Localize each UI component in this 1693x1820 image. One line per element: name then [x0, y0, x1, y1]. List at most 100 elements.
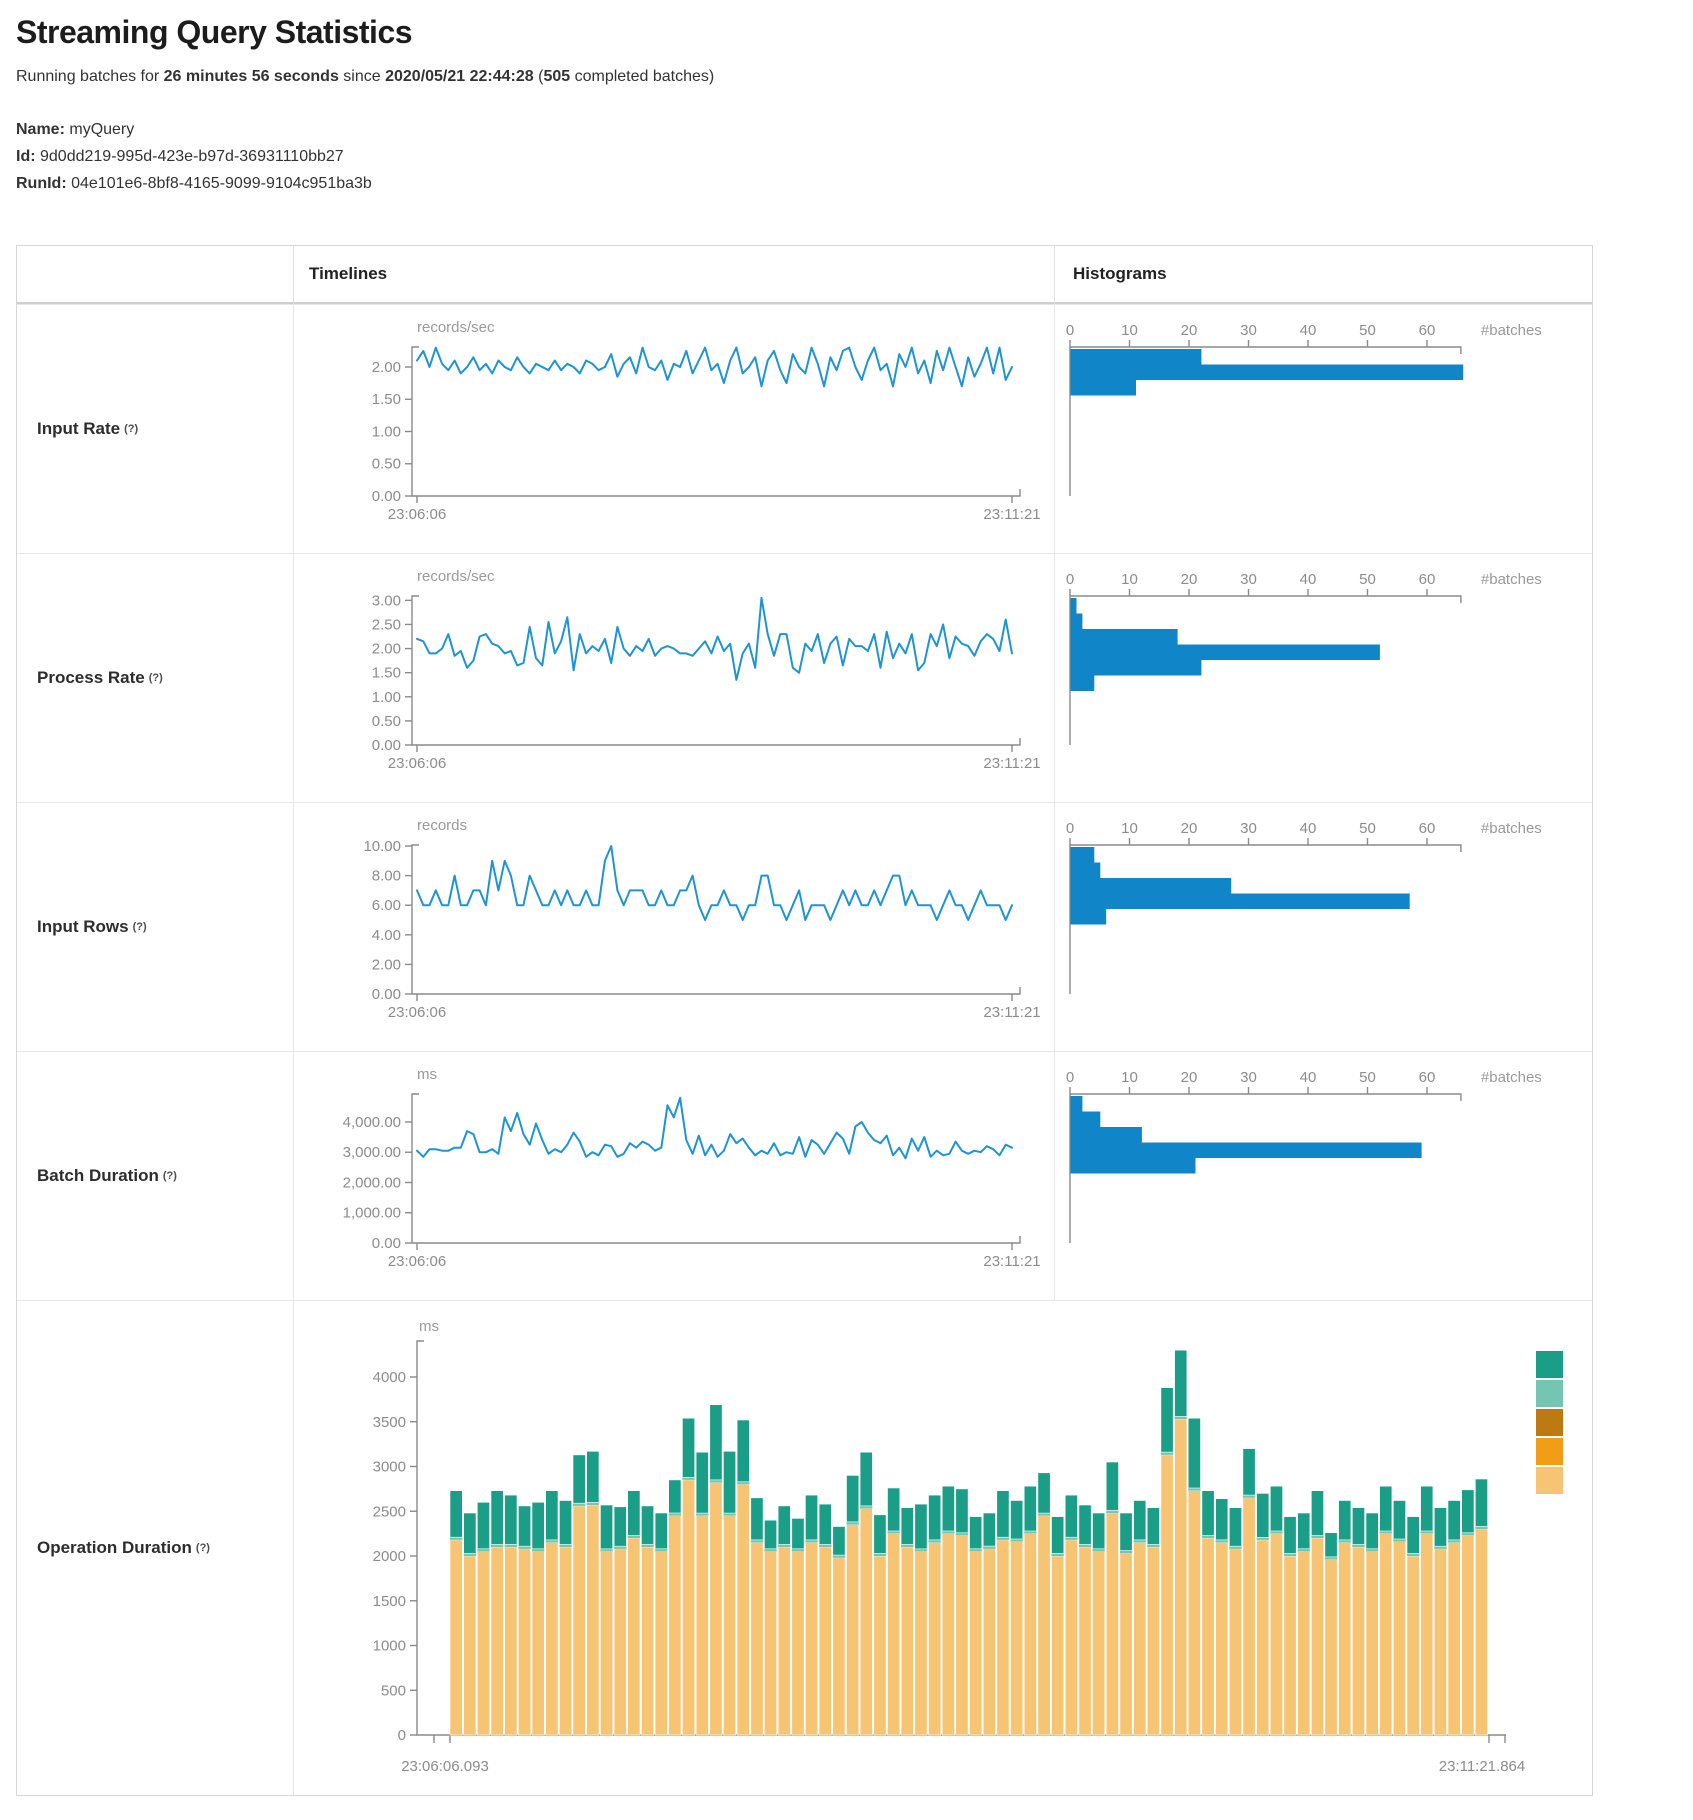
- stacked-bar-top: [819, 1504, 831, 1544]
- stacked-bar-sliver: [696, 1513, 708, 1516]
- stacked-bar-sliver: [1229, 1546, 1241, 1549]
- axis-tick-label: 3.00: [372, 592, 401, 609]
- stacked-bar-sliver: [1475, 1527, 1487, 1530]
- x-axis-end-label: 23:11:21.864: [1439, 1758, 1525, 1775]
- axis-tick-label: 2.00: [372, 956, 401, 973]
- stacked-bar-addbatch: [546, 1543, 558, 1735]
- stacked-bar-addbatch: [874, 1556, 886, 1735]
- stacked-bar-top: [669, 1480, 681, 1513]
- stacked-bar-top: [956, 1489, 968, 1533]
- process-rate-timeline-chart: records/sec0.000.501.001.502.002.503.002…: [294, 554, 1055, 803]
- row-label-input-rows: Input Rows (?): [17, 802, 293, 1051]
- histogram-bar: [1071, 676, 1095, 692]
- completed-suffix: completed batches): [570, 68, 714, 85]
- stacked-bar-addbatch: [915, 1552, 927, 1736]
- stacked-bar-sliver: [723, 1513, 735, 1516]
- runid-value: 04e101e6-8bf8-4165-9099-9104c951ba3b: [71, 175, 372, 192]
- stacked-bar-top: [682, 1418, 694, 1477]
- stacked-bar-addbatch: [1038, 1516, 1050, 1735]
- help-icon[interactable]: (?): [133, 921, 147, 933]
- stacked-bar-sliver: [1011, 1539, 1023, 1542]
- axis-tick-label: 1.00: [372, 423, 401, 440]
- stacked-bar-sliver: [956, 1533, 968, 1536]
- axis-tick-label: 0: [1066, 571, 1074, 588]
- row-label-text: Input Rows: [37, 917, 129, 937]
- axis-tick-label: 4000: [373, 1369, 406, 1386]
- since-word: since: [339, 68, 385, 85]
- histogram-bar: [1071, 660, 1202, 676]
- stacked-bar-top: [710, 1405, 722, 1480]
- stacked-bar-sliver: [518, 1546, 530, 1549]
- stacked-bar-addbatch: [805, 1543, 817, 1735]
- query-runid-line: RunId: 04e101e6-8bf8-4165-9099-9104c951b…: [16, 170, 1677, 197]
- stacked-bar-top: [778, 1506, 790, 1545]
- histogram-bar: [1071, 349, 1202, 365]
- axis-tick-label: 0: [398, 1727, 406, 1744]
- help-icon[interactable]: (?): [196, 1542, 210, 1554]
- stacked-bar-top: [1175, 1350, 1187, 1416]
- legend-swatch: [1536, 1409, 1563, 1436]
- row-label-text: Operation Duration: [37, 1538, 192, 1558]
- stacked-bar-sliver: [1257, 1537, 1269, 1540]
- x-axis-start-label: 23:06:06: [388, 506, 446, 523]
- stacked-bar-top: [1011, 1501, 1023, 1540]
- stacked-bar-sliver: [1421, 1531, 1433, 1534]
- running-duration: 26 minutes 56 seconds: [164, 68, 339, 85]
- histogram-bar: [1071, 863, 1101, 879]
- stacked-bar-sliver: [1393, 1539, 1405, 1542]
- stacked-bar-sliver: [450, 1537, 462, 1540]
- stacked-bar-sliver: [942, 1531, 954, 1534]
- name-label: Name:: [16, 121, 65, 138]
- histogram-bar: [1071, 1143, 1422, 1159]
- stacked-bar-top: [901, 1508, 913, 1545]
- stacked-bar-addbatch: [847, 1525, 859, 1735]
- help-icon[interactable]: (?): [124, 423, 138, 435]
- stacked-bar-top: [1270, 1486, 1282, 1531]
- stacked-bar-top: [1257, 1493, 1269, 1537]
- stacked-bar-top: [1243, 1449, 1255, 1496]
- stacked-bar-addbatch: [655, 1552, 667, 1736]
- stacked-bar-sliver: [491, 1544, 503, 1547]
- stacked-bar-sliver: [737, 1482, 749, 1485]
- stacked-bar-addbatch: [1462, 1535, 1474, 1735]
- axis-tick-label: 10: [1121, 1069, 1138, 1086]
- stacked-bar-sliver: [1052, 1553, 1064, 1556]
- input-rate-histogram-cell: 0102030405060#batches: [1054, 304, 1592, 553]
- histogram-bar: [1071, 629, 1178, 645]
- stacked-bar-sliver: [1093, 1549, 1105, 1552]
- stacked-bar-top: [600, 1505, 612, 1549]
- x-axis-end-label: 23:11:21: [983, 506, 1040, 523]
- stacked-bar-addbatch: [1270, 1534, 1282, 1735]
- axis-tick-label: 2500: [373, 1503, 406, 1520]
- x-axis-end-label: 23:11:21: [983, 1253, 1040, 1270]
- legend-swatch: [1536, 1380, 1563, 1407]
- stacked-bar-addbatch: [1339, 1543, 1351, 1735]
- stacked-bar-addbatch: [477, 1552, 489, 1736]
- axis-tick-label: 40: [1300, 1069, 1317, 1086]
- stacked-bar-addbatch: [696, 1516, 708, 1735]
- batch-duration-histogram-chart: 0102030405060#batches: [1055, 1052, 1593, 1301]
- stacked-bar-sliver: [559, 1544, 571, 1547]
- x-axis-start-label: 23:06:06: [388, 755, 446, 772]
- stacked-bar-top: [628, 1491, 640, 1536]
- stacked-bar-top: [915, 1504, 927, 1549]
- axis-tick-label: 30: [1240, 1069, 1257, 1086]
- batches-label: #batches: [1481, 322, 1542, 339]
- axis-tick-label: 50: [1359, 322, 1376, 339]
- row-label-input-rate: Input Rate(?): [17, 304, 293, 553]
- stacked-bar-top: [1339, 1501, 1351, 1540]
- histogram-bar: [1071, 878, 1232, 894]
- axis-tick-label: 1.00: [372, 689, 401, 706]
- help-icon[interactable]: (?): [163, 1170, 177, 1182]
- axis-tick-label: 0.00: [372, 1235, 401, 1252]
- stacked-bar-sliver: [464, 1553, 476, 1556]
- stacked-bar-sliver: [1380, 1531, 1392, 1534]
- stacked-bar-top: [1421, 1486, 1433, 1531]
- axis-tick-label: 4,000.00: [343, 1114, 401, 1131]
- stacked-bar-sliver: [532, 1549, 544, 1552]
- help-icon[interactable]: (?): [149, 672, 163, 684]
- stacked-bar-sliver: [1065, 1537, 1077, 1540]
- stacked-bar-sliver: [1147, 1544, 1159, 1547]
- row-label-text: Process Rate: [37, 668, 145, 688]
- input-rows-timeline-chart: records0.002.004.006.008.0010.0023:06:06…: [294, 803, 1055, 1052]
